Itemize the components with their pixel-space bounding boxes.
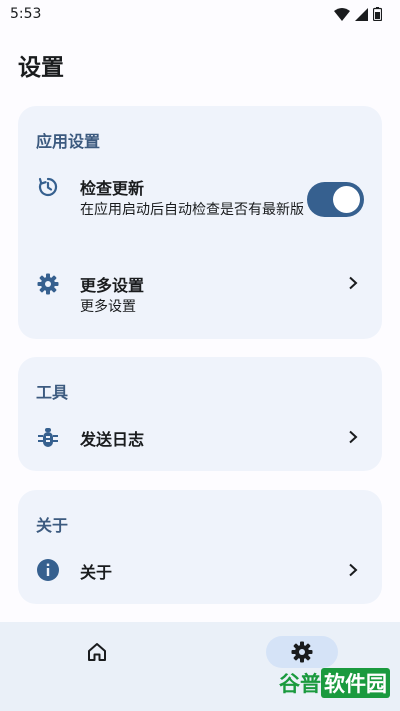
gear-icon (37, 273, 59, 295)
watermark-part2: 软件园 (321, 668, 390, 698)
about-card: 关于 关于 (18, 490, 382, 604)
section-title-app: 应用设置 (36, 132, 101, 151)
chevron-right-icon (349, 563, 358, 577)
battery-icon (373, 7, 382, 21)
status-time: 5:53 (10, 6, 42, 22)
more-settings-subtitle: 更多设置 (80, 299, 136, 315)
wifi-icon (334, 7, 350, 21)
page-title: 设置 (18, 55, 64, 81)
status-bar: 5:53 (0, 0, 400, 28)
section-title-tools: 工具 (36, 383, 69, 402)
home-icon (88, 643, 106, 661)
nav-home[interactable] (61, 636, 133, 668)
info-icon (37, 559, 59, 581)
toggle-knob (333, 186, 360, 213)
check-update-title: 检查更新 (80, 179, 145, 198)
update-clock-icon (38, 177, 58, 197)
bug-icon (38, 428, 58, 447)
gear-icon (291, 641, 313, 663)
about-title: 关于 (80, 563, 113, 582)
check-update-subtitle: 在应用启动后自动检查是否有最新版 (80, 202, 304, 218)
chevron-right-icon (349, 276, 358, 290)
status-icons (334, 7, 382, 21)
watermark-part1: 谷普 (279, 672, 321, 696)
send-log-row[interactable]: 发送日志 (18, 423, 382, 453)
section-title-about: 关于 (36, 516, 69, 535)
nav-settings[interactable] (266, 636, 338, 668)
send-log-title: 发送日志 (80, 430, 145, 449)
signal-icon (355, 7, 368, 21)
tools-card: 工具 发送日志 (18, 357, 382, 471)
check-update-toggle[interactable] (307, 182, 364, 217)
more-settings-row[interactable]: 更多设置 更多设置 (18, 270, 382, 320)
watermark-logo: 谷普 软件园 (279, 668, 390, 698)
check-update-row[interactable]: 检查更新 在应用启动后自动检查是否有最新版 (18, 172, 382, 252)
chevron-right-icon (349, 430, 358, 444)
app-settings-card: 应用设置 检查更新 在应用启动后自动检查是否有最新版 更多设置 更多设置 (18, 106, 382, 339)
more-settings-title: 更多设置 (80, 276, 145, 295)
about-row[interactable]: 关于 (18, 556, 382, 586)
